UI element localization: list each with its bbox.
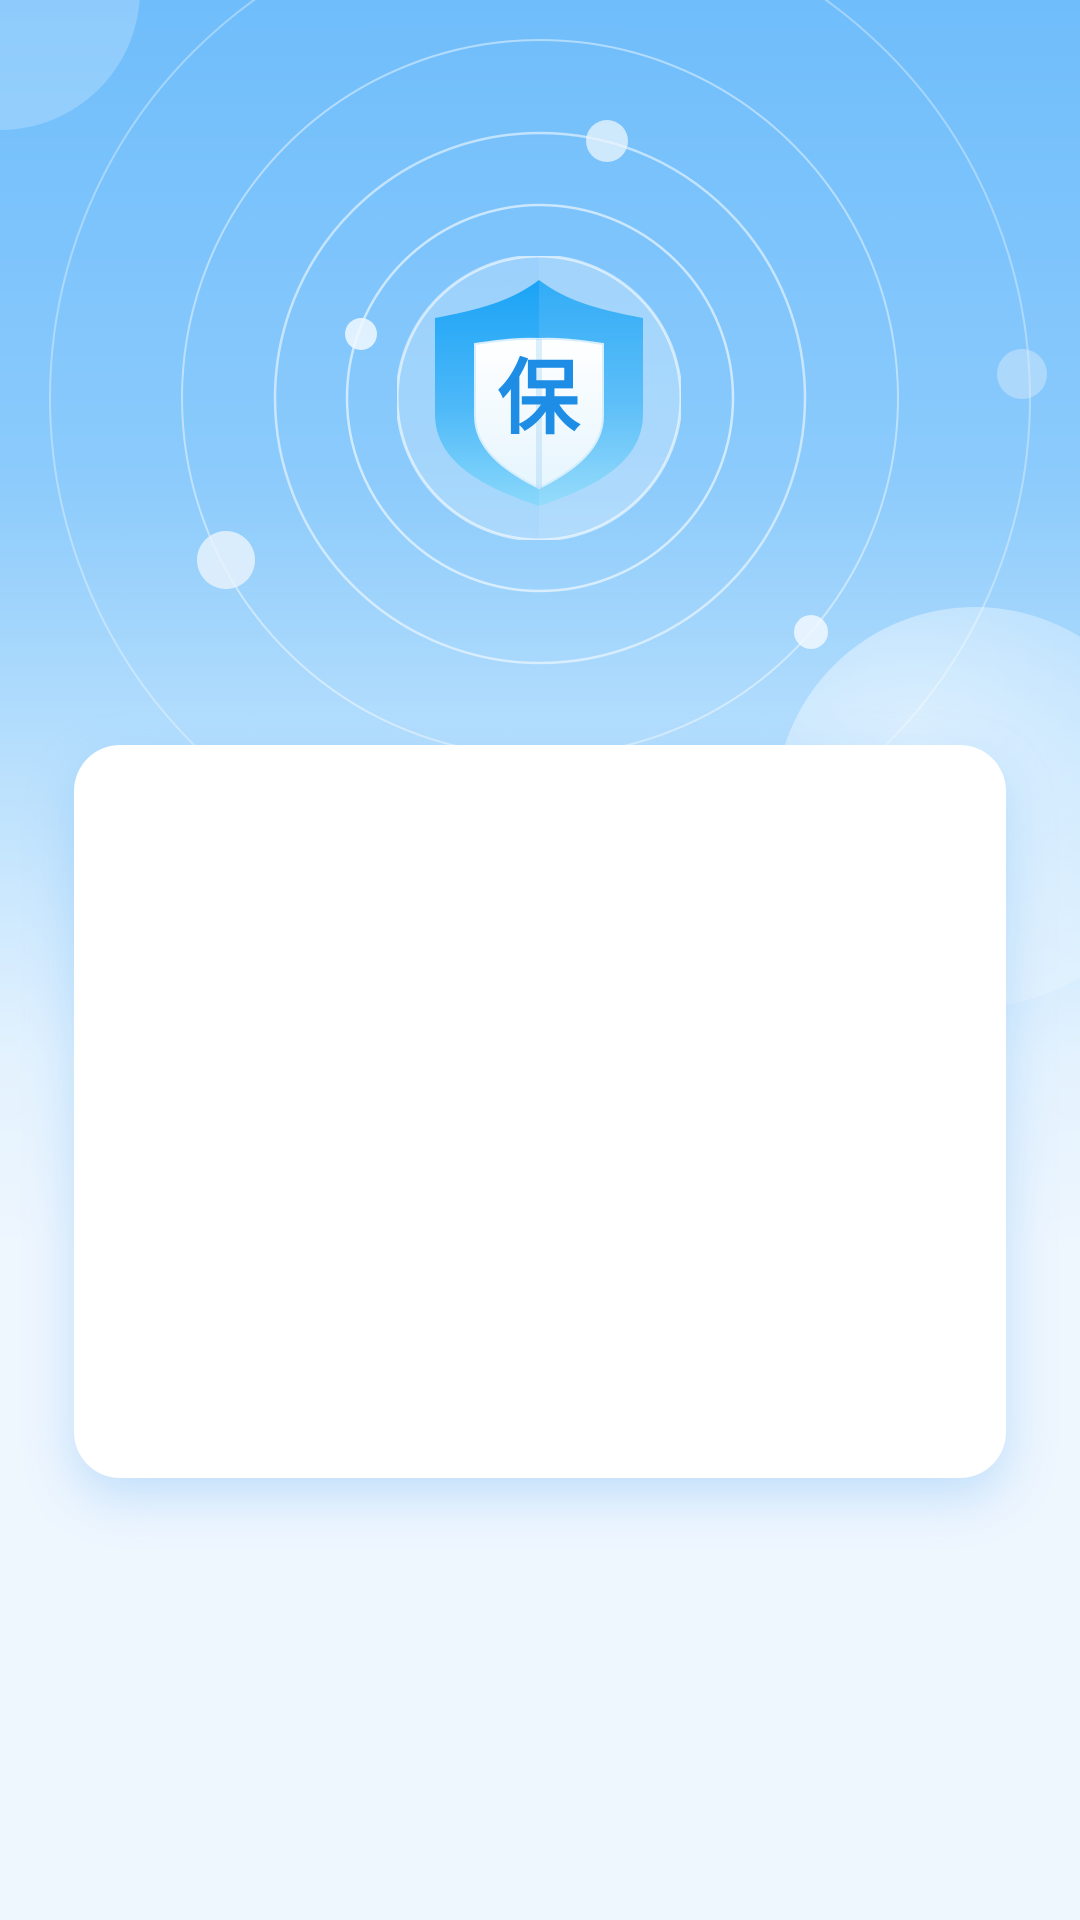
orbit-dot bbox=[997, 349, 1047, 399]
orbit-dot bbox=[197, 531, 255, 589]
emblem-glyph: 保 bbox=[498, 351, 581, 446]
orbit-dot bbox=[345, 318, 377, 350]
splash-screen: 保 bbox=[0, 0, 1080, 1920]
orbit-dot bbox=[794, 615, 828, 649]
content-card bbox=[74, 745, 1006, 1478]
orbit-dot bbox=[586, 120, 628, 162]
shield-emblem: 保 bbox=[397, 256, 681, 540]
